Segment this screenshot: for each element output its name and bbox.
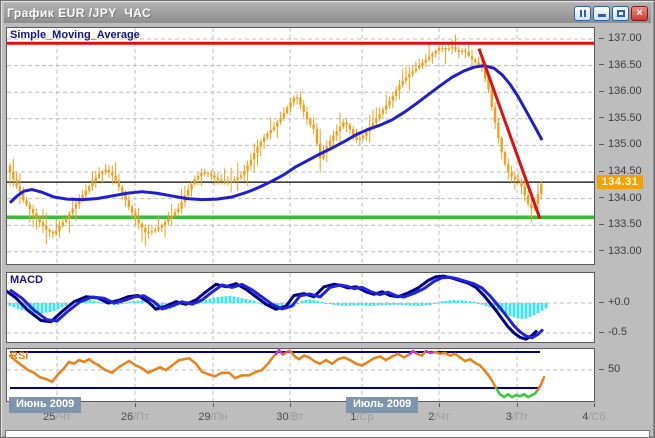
price-tick-label: 136.50 <box>599 59 653 71</box>
month-badge: Июль 2009 <box>346 397 418 413</box>
maximize-icon <box>617 10 625 17</box>
close-button[interactable]: × <box>631 6 648 21</box>
current-price-tag: 134.31 <box>597 175 643 189</box>
price-tick-label: 135.50 <box>599 112 653 124</box>
date-label: 3/Пт <box>489 411 545 423</box>
candles <box>9 35 543 246</box>
date-tick <box>517 403 518 407</box>
macd-main-line <box>10 277 543 338</box>
price-tick-label: 133.00 <box>599 245 653 257</box>
rsi-indicator-label: RSI <box>10 350 28 362</box>
price-tick-label: 135.00 <box>599 138 653 150</box>
price-tick-label: 137.00 <box>599 32 653 44</box>
rsi-canvas[interactable] <box>7 349 594 401</box>
trend-line <box>479 49 540 219</box>
title-bar[interactable]: График EUR /JPY ЧАС × <box>4 3 651 23</box>
macd-canvas[interactable] <box>7 273 594 342</box>
restore-button[interactable] <box>574 6 591 21</box>
window-buttons: × <box>574 6 648 21</box>
macd-tick-label: -0.5 <box>599 326 653 338</box>
minimize-icon <box>598 14 606 17</box>
chart-window: График EUR /JPY ЧАС × Simple_Moving_Aver… <box>0 0 655 438</box>
month-badge: Июнь 2009 <box>9 397 81 413</box>
maximize-button[interactable] <box>612 6 629 21</box>
price-tick-label: 134.00 <box>599 192 653 204</box>
date-label: 26/Пт <box>107 411 163 423</box>
close-icon: × <box>636 8 642 19</box>
date-tick <box>594 403 595 407</box>
macd-tick-label: +0.0 <box>599 296 653 308</box>
minimize-button[interactable] <box>593 6 610 21</box>
date-label: 2/Чт <box>411 411 467 423</box>
price-tick-label: 133.50 <box>599 218 653 230</box>
date-axis: 25/Чт26/Пт29/Пн30/Вт1/Ср2/Чт3/Пт4/Сб <box>1 402 655 428</box>
next-window-edge <box>5 430 650 438</box>
price-tick-label: 136.00 <box>599 85 653 97</box>
date-tick <box>439 403 440 407</box>
macd-signal-line <box>7 276 537 339</box>
window-title: График EUR /JPY ЧАС <box>7 6 151 20</box>
gridlines <box>7 28 594 264</box>
rsi-line <box>10 350 544 397</box>
rsi-panel[interactable]: RSI <box>6 348 595 402</box>
date-label: 30/Вт <box>262 411 318 423</box>
macd-panel[interactable]: MACD <box>6 272 595 343</box>
pause-bars-icon <box>580 10 586 17</box>
date-tick <box>213 403 214 407</box>
date-tick <box>290 403 291 407</box>
rsi-tick-label: 50 <box>599 363 653 375</box>
sma-indicator-label: Simple_Moving_Average <box>10 29 140 41</box>
date-label: 29/Пн <box>185 411 241 423</box>
date-tick <box>135 403 136 407</box>
macd-indicator-label: MACD <box>10 274 43 286</box>
price-chart-panel[interactable]: Simple_Moving_Average <box>6 27 595 265</box>
date-label: 4/Сб <box>566 411 622 423</box>
price-chart-canvas[interactable] <box>7 28 594 264</box>
